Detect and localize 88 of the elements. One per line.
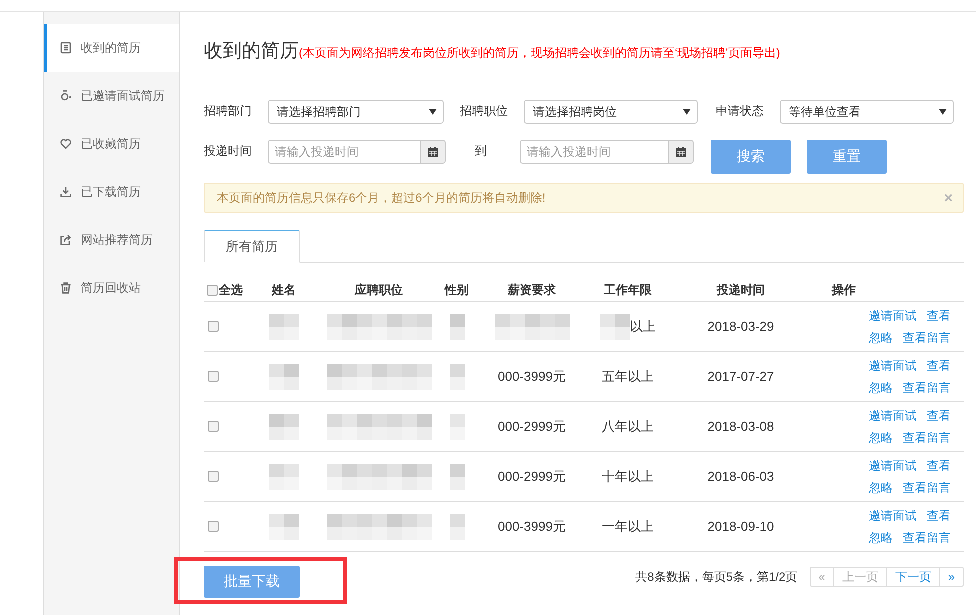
page-button[interactable]: »	[939, 567, 964, 587]
action-link[interactable]: 查看	[927, 454, 951, 476]
sidebar-item[interactable]: 已邀请面试简历	[44, 72, 179, 120]
action-link[interactable]: 查看留言	[903, 476, 951, 498]
calendar-icon	[428, 147, 438, 157]
action-link[interactable]: 邀请面试	[869, 454, 917, 476]
action-link[interactable]: 忽略	[869, 426, 893, 448]
submission-date: 2018-03-08	[708, 419, 774, 434]
tab[interactable]: 所有简历	[204, 230, 300, 263]
sidebar-item[interactable]: 已下载简历	[44, 168, 179, 216]
heart-icon	[60, 138, 72, 150]
action-link[interactable]: 忽略	[869, 326, 893, 348]
page-button[interactable]: 下一页	[886, 567, 940, 587]
action-link[interactable]: 查看留言	[903, 526, 951, 548]
close-button[interactable]: ×	[944, 190, 953, 206]
checkbox[interactable]	[208, 371, 219, 382]
salary-range: 000-2999元	[498, 418, 566, 436]
action-link[interactable]: 邀请面试	[869, 504, 917, 526]
action-link[interactable]: 忽略	[869, 476, 893, 498]
salary-range: 000-2999元	[498, 468, 566, 486]
select-all-label[interactable]: 全选	[219, 282, 243, 299]
dropdown[interactable]: 请选择招聘部门	[268, 100, 444, 124]
checkbox[interactable]	[208, 421, 219, 432]
trash-icon	[60, 282, 72, 294]
document-icon	[60, 42, 72, 54]
column-header: 投递时间	[717, 282, 765, 299]
checkbox[interactable]	[208, 321, 219, 332]
column-header: 操作	[832, 282, 856, 299]
action-link[interactable]: 忽略	[869, 376, 893, 398]
action-link[interactable]: 查看留言	[903, 376, 951, 398]
reset-button[interactable]: 重置	[807, 140, 887, 174]
date-field[interactable]: 请输入投递时间	[520, 140, 668, 164]
submission-date: 2018-06-03	[708, 469, 774, 484]
page-note: (本页面为网络招聘发布岗位所收到的简历，现场招聘会收到的简历请至‘现场招聘’页面导出)	[299, 45, 780, 62]
work-experience: 八年以上	[602, 418, 654, 436]
field-label: 招聘职位	[460, 103, 509, 120]
batch-download-button[interactable]: 批量下载	[204, 566, 300, 598]
column-header: 薪资要求	[508, 282, 556, 299]
dropdown[interactable]: 请选择招聘岗位	[524, 100, 698, 124]
action-link[interactable]: 查看	[927, 354, 951, 376]
action-link[interactable]: 邀请面试	[869, 354, 917, 376]
dropdown[interactable]: 等待单位查看	[780, 100, 954, 124]
work-experience: 五年以上	[602, 368, 654, 386]
sidebar-item[interactable]: 简历回收站	[44, 264, 179, 312]
ring-icon	[60, 90, 72, 102]
date-field[interactable]: 请输入投递时间	[268, 140, 420, 164]
caret-icon	[429, 109, 437, 115]
action-link[interactable]: 查看	[927, 404, 951, 426]
action-link[interactable]: 忽略	[869, 526, 893, 548]
notice-text: 本页面的简历信息只保存6个月，超过6个月的简历将自动删除!	[217, 190, 546, 206]
work-experience: 一年以上	[602, 518, 654, 536]
submission-date: 2017-07-27	[708, 369, 774, 384]
search-button[interactable]: 搜索	[711, 140, 791, 174]
download-icon	[60, 186, 72, 198]
action-link[interactable]: 查看留言	[903, 426, 951, 448]
action-link[interactable]: 邀请面试	[869, 304, 917, 326]
work-experience: 十年以上	[602, 468, 654, 486]
caret-icon	[939, 109, 947, 115]
column-header: 性别	[445, 282, 469, 299]
checkbox[interactable]	[208, 471, 219, 482]
action-link[interactable]: 查看	[927, 304, 951, 326]
column-header: 工作年限	[604, 282, 652, 299]
calendar-button[interactable]	[668, 140, 694, 164]
work-experience: 以上	[630, 318, 656, 336]
column-header: 姓名	[272, 282, 296, 299]
action-link[interactable]: 邀请面试	[869, 404, 917, 426]
field-label: 投递时间	[204, 143, 253, 160]
page-title: 收到的简历	[204, 40, 299, 64]
share-icon	[60, 234, 72, 246]
action-link[interactable]: 查看留言	[903, 326, 951, 348]
calendar-icon	[676, 147, 686, 157]
field-label: 申请状态	[716, 103, 765, 120]
submission-date: 2018-03-29	[708, 319, 774, 334]
action-link[interactable]: 查看	[927, 504, 951, 526]
field-label: 招聘部门	[204, 103, 253, 120]
checkbox[interactable]	[207, 285, 218, 296]
calendar-button[interactable]	[420, 140, 446, 164]
sidebar-item[interactable]: 网站推荐简历	[44, 216, 179, 264]
salary-range: 000-3999元	[498, 518, 566, 536]
salary-range: 000-3999元	[498, 368, 566, 386]
caret-icon	[683, 109, 691, 115]
sidebar-item[interactable]: 已收藏简历	[44, 120, 179, 168]
checkbox[interactable]	[208, 521, 219, 532]
submission-date: 2018-09-10	[708, 519, 774, 534]
sidebar-item[interactable]: 收到的简历	[44, 24, 179, 72]
pagination-summary: 共8条数据，每页5条，第1/2页	[636, 568, 798, 586]
field-label: 到	[474, 143, 488, 160]
column-header: 应聘职位	[355, 282, 403, 299]
